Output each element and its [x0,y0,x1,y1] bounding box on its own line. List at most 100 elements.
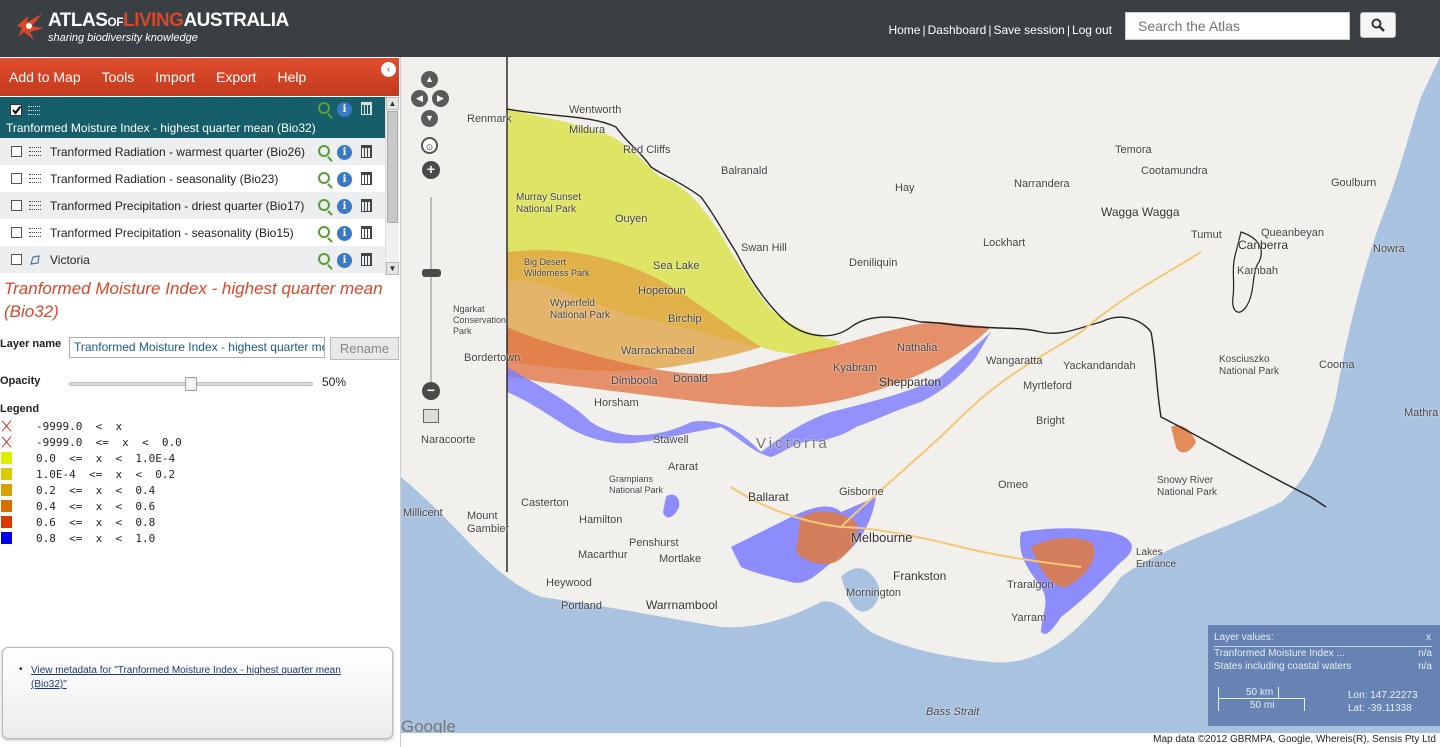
map-label: Red Cliffs [623,144,671,156]
legend-label: -9999.0 < x [36,419,123,433]
menu-export[interactable]: Export [216,69,256,85]
trash-icon[interactable] [361,102,372,115]
zoom-out-icon[interactable]: − [422,382,440,400]
layer-name-input[interactable]: Tranformed Moisture Index - highest quar… [69,337,325,358]
layer-row[interactable]: Tranformed Radiation - warmest quarter (… [0,138,385,165]
map-label: Macarthur [578,549,628,561]
pan-down-icon[interactable]: ▼ [421,110,438,127]
layer-row[interactable]: Tranformed Precipitation - seasonality (… [0,219,385,246]
magnifier-icon [1371,18,1385,32]
log-out-link[interactable]: Log out [1072,23,1112,37]
layer-checkbox[interactable] [11,173,22,184]
layer-value-row: States including coastal waters n/a [1214,661,1432,672]
map-label: Bass Strait [926,706,980,718]
zoom-to-layer-icon[interactable] [318,253,330,265]
coordinates-readout: Lon: 147.22273 Lat: -39.11338 [1348,689,1418,715]
zoom-to-layer-icon[interactable] [318,199,330,211]
layer-checkbox[interactable] [10,104,22,116]
layer-checkbox[interactable] [11,200,22,211]
pan-up-icon[interactable]: ▲ [421,71,438,88]
layer-list-scrollbar[interactable]: ▲ ▼ [385,97,399,275]
map-label: Snowy River National Park [1157,475,1218,498]
scroll-up-icon[interactable]: ▲ [386,97,399,110]
home-link[interactable]: Home [888,23,920,37]
locate-icon[interactable]: ⊙ [421,137,438,154]
layer-checkbox[interactable] [11,254,22,265]
layer-row[interactable]: Tranformed Radiation - seasonality (Bio2… [0,165,385,192]
trash-icon[interactable] [361,199,372,212]
collapse-panel-button[interactable]: ‹ [381,62,396,77]
google-logo: Google [401,717,456,733]
zoom-to-layer-icon[interactable] [318,172,330,184]
zoom-slider-handle[interactable] [422,269,441,277]
info-icon[interactable]: i [337,172,352,187]
layer-row[interactable]: Victoria i [0,246,385,273]
layer-checkbox[interactable] [11,146,22,157]
map-label: Dimboola [611,375,658,387]
pan-left-icon[interactable]: ◀ [411,90,428,107]
rename-button[interactable]: Rename [330,337,399,360]
map-label: Nowra [1373,243,1405,255]
top-bar: ATLASOFLIVINGAUSTRALIA sharing biodivers… [0,0,1440,57]
view-metadata-link[interactable]: View metadata for "Tranformed Moisture I… [31,664,376,692]
top-links: Home | Dashboard | Save session | Log out [888,23,1112,37]
map-label: Wagga Wagga [1101,205,1180,219]
legend-row: 0.6 <= x < 0.8 [0,514,300,530]
zoom-to-layer-icon[interactable] [318,145,330,157]
layer-checkbox[interactable] [11,227,22,238]
map-view[interactable]: Wentworth Mildura Red Cliffs Balranald H… [401,57,1440,733]
legend-row: 0.0 <= x < 1.0E-4 [0,450,300,466]
info-icon[interactable]: i [337,145,352,160]
menu-tools[interactable]: Tools [102,69,135,85]
zoom-slider-track[interactable] [430,197,432,397]
map-label: Naracoorte [421,434,476,446]
ala-logo[interactable]: ATLASOFLIVINGAUSTRALIA sharing biodivers… [14,10,289,44]
opacity-slider-handle[interactable] [185,377,197,391]
legend-row: 0.8 <= x < 1.0 [0,530,300,546]
legend: -9999.0 < x -9999.0 <= x < 0.0 0.0 <= x < … [0,418,300,546]
map-label: Ngarkat Conservation Park [453,304,507,336]
map-label: Traralgon [1007,579,1054,591]
trash-icon[interactable] [361,145,372,158]
close-icon[interactable]: x [1426,632,1431,643]
pan-right-icon[interactable]: ▶ [432,90,449,107]
map-label: Warrnambool [646,598,718,612]
info-icon[interactable]: i [337,253,352,268]
trash-icon[interactable] [361,172,372,185]
info-icon[interactable]: i [337,226,352,241]
layer-value-row: Tranformed Moisture Index ... n/a [1214,648,1432,659]
legend-swatch [1,484,12,496]
trash-icon[interactable] [361,253,372,266]
layer-row[interactable]: Tranformed Moisture Index - highest quar… [0,97,385,138]
info-icon[interactable]: i [337,102,352,117]
legend-swatch [1,436,12,448]
menu-add-to-map[interactable]: Add to Map [9,69,81,85]
zoom-to-layer-icon[interactable] [318,102,330,114]
zoom-to-layer-icon[interactable] [318,226,330,238]
info-icon[interactable]: i [337,199,352,214]
map-label: Portland [561,600,602,612]
search-button[interactable] [1360,12,1396,38]
zoom-in-icon[interactable]: + [422,161,440,179]
environmental-layer-icon [29,200,41,211]
menu-help[interactable]: Help [277,69,306,85]
scale-mi: 50 mi [1250,700,1275,711]
layer-switcher-icon[interactable] [423,409,439,423]
scrollbar-thumb[interactable] [387,111,398,223]
menu-import[interactable]: Import [155,69,195,85]
map-label: Yackandandah [1063,360,1136,372]
scroll-down-icon[interactable]: ▼ [386,262,399,275]
map-label: Myrtleford [1023,380,1072,392]
trash-icon[interactable] [361,226,372,239]
layer-row[interactable]: Tranformed Precipitation - driest quarte… [0,192,385,219]
search-input[interactable] [1125,12,1350,40]
map-label: Mildura [569,124,606,136]
dashboard-link[interactable]: Dashboard [928,23,987,37]
save-session-link[interactable]: Save session [993,23,1064,37]
map-label: Mount Gambier [467,510,510,535]
map-label: Lakes Entrance [1136,547,1177,570]
logo-word-living: LIVING [123,10,184,31]
legend-swatch [1,500,12,512]
map-label: Heywood [546,577,592,589]
map-label: Ouyen [615,213,648,225]
